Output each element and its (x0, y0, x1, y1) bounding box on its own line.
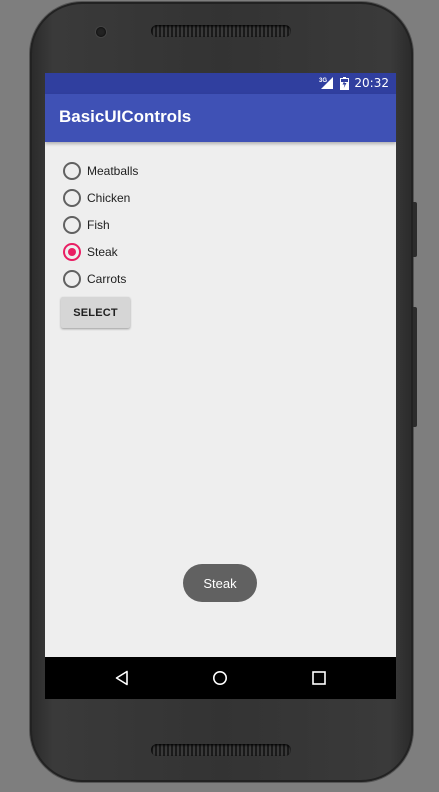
radio-label: Fish (87, 217, 110, 232)
radio-label: Meatballs (87, 163, 139, 178)
radio-button-icon (63, 269, 81, 288)
radio-label: Steak (87, 244, 118, 259)
home-icon[interactable] (209, 667, 231, 689)
power-button (413, 307, 417, 427)
radio-option-fish[interactable]: Fish (63, 211, 138, 238)
recents-icon[interactable] (308, 667, 330, 689)
emulator-stage: 3G 20:32 BasicUIControls Meatballs Chick… (0, 0, 439, 792)
radio-button-icon (63, 188, 81, 207)
status-icons: 3G 20:32 (319, 76, 389, 90)
radio-button-checked-icon (63, 242, 81, 261)
radio-option-meatballs[interactable]: Meatballs (63, 157, 138, 184)
status-bar: 3G 20:32 (45, 73, 396, 94)
battery-charging-icon (340, 77, 350, 90)
back-icon[interactable] (111, 667, 133, 689)
radio-label: Carrots (87, 271, 127, 286)
volume-button (413, 202, 417, 257)
signal-3g-icon: 3G (319, 76, 335, 90)
clock: 20:32 (354, 76, 389, 90)
radio-dot (68, 247, 76, 256)
bottom-speaker (151, 744, 291, 756)
radio-option-steak[interactable]: Steak (63, 238, 138, 265)
food-radio-group: Meatballs Chicken Fish Steak Carrots (63, 157, 138, 292)
radio-option-chicken[interactable]: Chicken (63, 184, 138, 211)
front-camera (96, 27, 106, 37)
network-label: 3G (319, 78, 327, 84)
app-bar: BasicUIControls (45, 94, 396, 142)
radio-button-icon (63, 161, 81, 180)
toast-message: Steak (183, 564, 257, 602)
radio-option-carrots[interactable]: Carrots (63, 265, 138, 292)
navigation-bar (45, 657, 396, 699)
device-screen: 3G 20:32 BasicUIControls Meatballs Chick… (45, 73, 396, 699)
select-button[interactable]: SELECT (61, 297, 130, 328)
app-title: BasicUIControls (59, 107, 192, 126)
top-speaker (151, 25, 291, 37)
radio-button-icon (63, 215, 81, 234)
radio-label: Chicken (87, 190, 131, 205)
